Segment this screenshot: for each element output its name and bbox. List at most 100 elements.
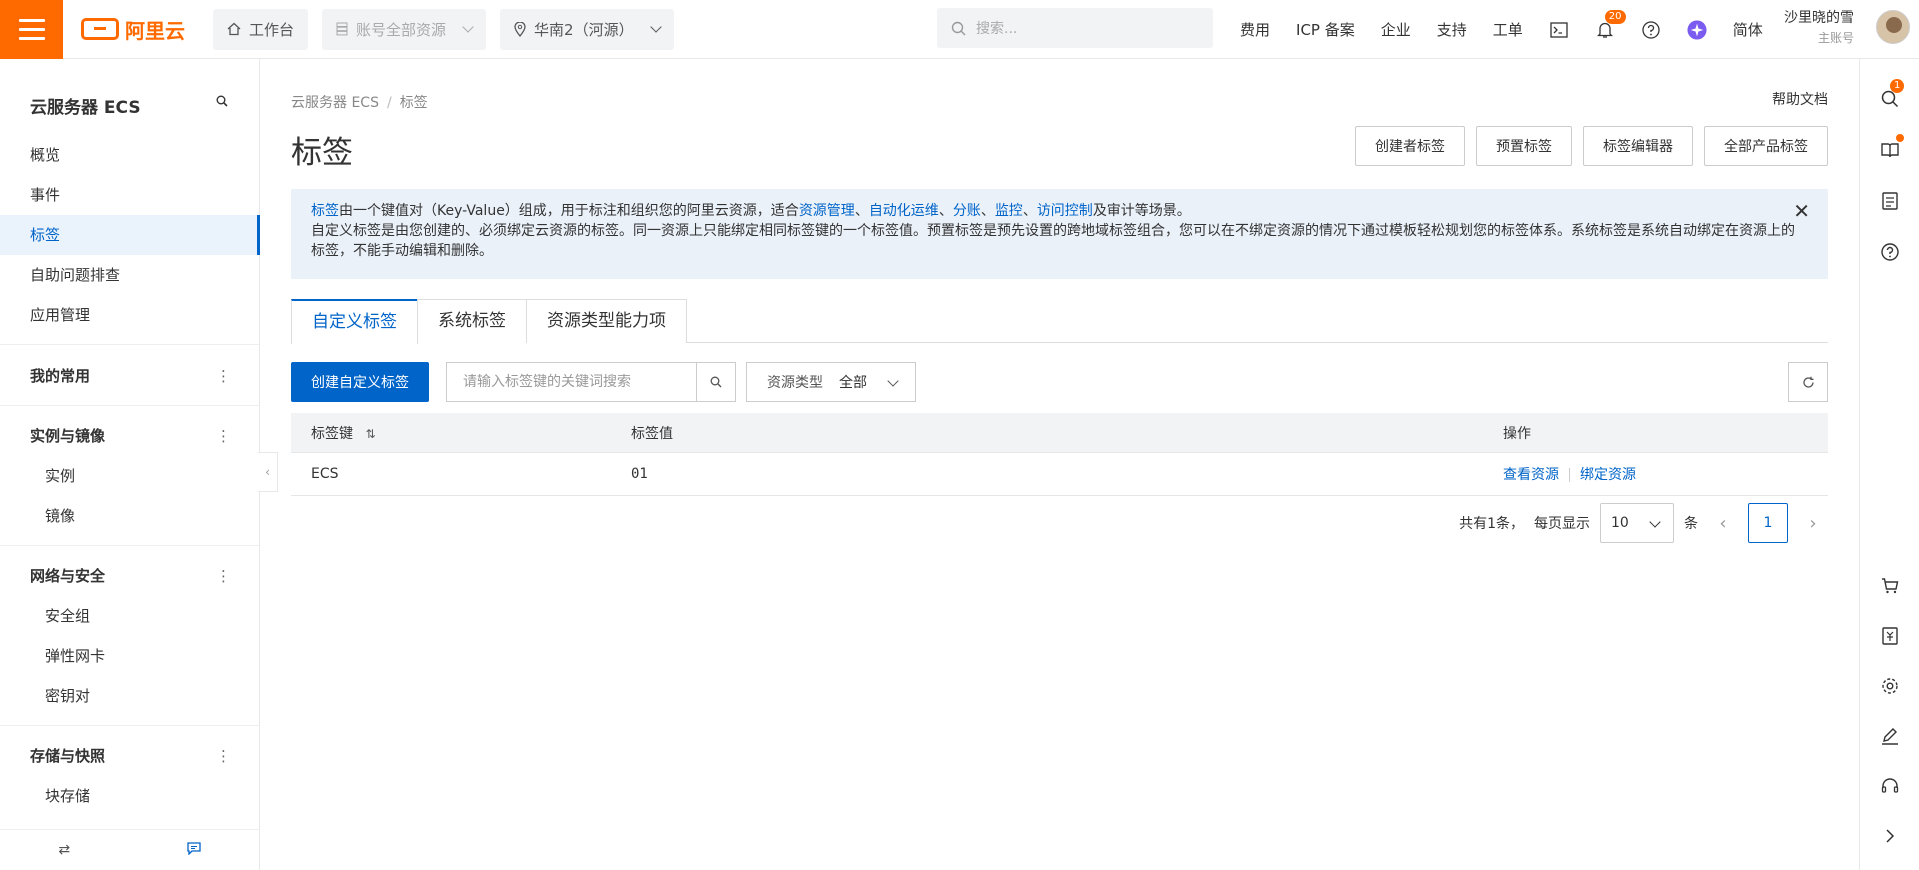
notification-bell-icon[interactable]: 20 [1595,9,1626,40]
region-select[interactable]: 华南2（河源） [500,8,674,50]
tab-custom-tags[interactable]: 自定义标签 [291,299,418,344]
unread-dot [1896,134,1904,142]
notice-link-tag[interactable]: 标签 [311,203,339,219]
sidebar-item-security-groups[interactable]: 安全组 [0,596,260,636]
sidebar-divider [0,344,259,345]
global-search[interactable]: 搜索... [937,8,1213,48]
sidebar-item-instances[interactable]: 实例 [0,456,260,496]
notice-link-automation[interactable]: 自动化运维 [869,203,939,219]
notice-link-billing[interactable]: 分账 [953,203,981,219]
nav-enterprise[interactable]: 企业 [1381,19,1411,40]
help-icon[interactable] [1878,240,1902,264]
sidebar-item-tags[interactable]: 标签 [0,215,260,255]
sidebar-collapse-handle[interactable]: ‹ [258,452,278,492]
page-number-current[interactable]: 1 [1748,503,1788,543]
sidebar-item-troubleshoot[interactable]: 自助问题排查 [0,255,260,295]
cart-icon[interactable] [1878,574,1902,598]
notice-text: 由一个键值对（Key-Value）组成，用于标注和组织您的阿里云资源，适合 [339,203,799,219]
right-search-icon[interactable]: 1 [1878,79,1905,111]
header-tag-key[interactable]: 标签键 ⇅ [291,423,631,443]
more-vertical-icon[interactable]: ⋮ [216,356,231,396]
ai-assistant-icon[interactable] [1687,19,1707,40]
tab-resource-type-capabilities[interactable]: 资源类型能力项 [526,299,687,343]
notice-separator: 、 [1022,203,1037,219]
aliyun-logo[interactable]: 阿里云 [81,15,185,44]
resource-type-select[interactable]: 资源类型 全部 [746,362,916,402]
sidebar-group-storage-snapshots[interactable]: 存储与快照 ⋮ [0,736,260,776]
close-icon[interactable]: ✕ [1793,201,1810,221]
switch-arrows-icon[interactable]: ⇄ [58,842,70,858]
sidebar-group-favorites[interactable]: 我的常用 ⋮ [0,356,260,396]
chevron-down-icon [462,21,474,33]
more-vertical-icon[interactable]: ⋮ [216,556,231,596]
pagination: 共有1条， 每页显示 10 条 ‹ 1 › [1459,503,1828,543]
notice-link-access-control[interactable]: 访问控制 [1037,203,1093,219]
sidebar-item-images[interactable]: 镜像 [0,496,260,536]
sidebar-group-label: 实例与镜像 [30,427,106,445]
account-scope-select[interactable]: 账号全部资源 [322,8,487,50]
right-toolbar: 1 [1859,59,1919,870]
nav-ticket[interactable]: 工单 [1493,19,1523,40]
sidebar-item-app-management[interactable]: 应用管理 [0,295,260,335]
next-page-icon[interactable]: › [1798,503,1828,543]
edit-pen-icon[interactable] [1878,724,1902,748]
billing-icon[interactable] [1878,624,1902,648]
create-custom-tag-button[interactable]: 创建自定义标签 [291,362,429,402]
avatar[interactable] [1876,10,1910,44]
creator-tags-button[interactable]: 创建者标签 [1355,126,1465,166]
sidebar-item-events[interactable]: 事件 [0,175,260,215]
tag-key-search-input[interactable] [446,362,696,402]
info-notice: 标签由一个键值对（Key-Value）组成，用于标注和组织您的阿里云资源，适合资… [291,189,1828,279]
settings-gear-icon[interactable] [1878,674,1902,698]
preset-tags-button[interactable]: 预置标签 [1476,126,1572,166]
nav-icp[interactable]: ICP 备案 [1296,19,1355,40]
sidebar-search-icon[interactable] [216,95,228,111]
nav-fees[interactable]: 费用 [1240,19,1270,40]
sidebar-footer: ⇄ [0,829,259,870]
breadcrumb-ecs[interactable]: 云服务器 ECS [291,95,379,111]
database-icon [336,22,348,36]
feedback-icon[interactable] [187,841,201,859]
more-vertical-icon[interactable]: ⋮ [216,736,231,776]
help-circle-icon[interactable] [1641,20,1661,40]
sidebar-group-instances-images[interactable]: 实例与镜像 ⋮ [0,416,260,456]
refresh-button[interactable] [1788,362,1828,402]
notice-link-resource-management[interactable]: 资源管理 [799,203,855,219]
sidebar-item-overview[interactable]: 概览 [0,135,260,175]
region-label: 华南2（河源） [534,20,634,39]
user-menu[interactable]: 沙里晓的雪 主账号 [1784,8,1854,48]
bind-resources-link[interactable]: 绑定资源 [1580,467,1636,483]
workbench-button[interactable]: 工作台 [213,8,309,50]
page-title: 标签 [291,135,353,171]
terminal-icon[interactable] [1549,20,1569,40]
tags-table: 标签键 ⇅ 标签值 操作 ECS 01 查看资源 绑定资源 [291,413,1828,496]
notice-link-monitoring[interactable]: 监控 [995,203,1023,219]
right-search-badge: 1 [1890,79,1905,93]
search-button[interactable] [696,362,736,402]
more-vertical-icon[interactable]: ⋮ [216,416,231,456]
language-switch[interactable]: 简体 [1733,19,1763,40]
prev-page-icon[interactable]: ‹ [1708,503,1738,543]
tag-editor-button[interactable]: 标签编辑器 [1583,126,1693,166]
sidebar-group-network-security[interactable]: 网络与安全 ⋮ [0,556,260,596]
sort-icon[interactable]: ⇅ [365,427,375,441]
tab-system-tags[interactable]: 系统标签 [417,299,527,343]
all-product-tags-button[interactable]: 全部产品标签 [1704,126,1828,166]
book-icon[interactable] [1878,134,1904,162]
help-doc-link[interactable]: 帮助文档 [1772,89,1828,109]
page-size-select[interactable]: 10 [1600,503,1674,543]
chevron-right-icon[interactable] [1878,824,1902,848]
sidebar: 云服务器 ECS 概览 事件 标签 自助问题排查 应用管理 我的常用 ⋮ 实例与镜… [0,59,260,870]
sidebar-item-block-storage[interactable]: 块存储 [0,776,260,816]
view-resources-link[interactable]: 查看资源 [1503,467,1559,483]
headset-icon[interactable] [1878,774,1902,798]
sidebar-item-eni[interactable]: 弹性网卡 [0,636,260,676]
page-size-value: 10 [1611,515,1629,531]
breadcrumb: 云服务器 ECS / 标签 [291,92,428,112]
header-tag-value: 标签值 [631,425,673,442]
checklist-icon[interactable] [1878,189,1902,213]
sidebar-item-key-pairs[interactable]: 密钥对 [0,676,260,716]
nav-support[interactable]: 支持 [1437,19,1467,40]
hamburger-menu-icon[interactable] [0,0,63,59]
location-pin-icon [514,21,526,37]
